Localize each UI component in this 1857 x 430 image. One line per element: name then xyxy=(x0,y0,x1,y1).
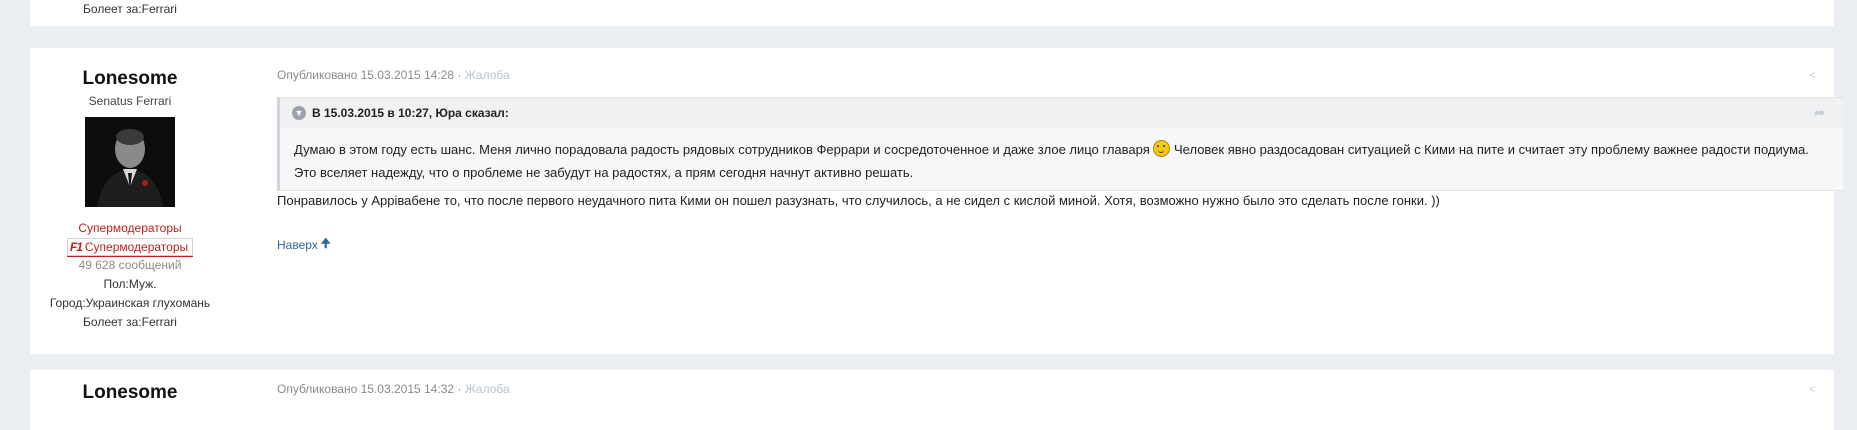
next-share-icon[interactable]: < xyxy=(1809,382,1816,396)
author-gender: Пол:Муж. xyxy=(103,277,157,291)
chevron-down-icon[interactable]: ▼ xyxy=(292,106,306,120)
next-post-meta: Опубликовано 15.03.2015 14:32 · Жалоба xyxy=(277,382,1834,396)
next-post-content: Опубликовано 15.03.2015 14:32 · Жалоба < xyxy=(277,370,1834,396)
post-count: 49 628 сообщений xyxy=(78,258,182,272)
group-name: Супермодераторы xyxy=(78,221,182,235)
previous-post: Болеет за:Ferrari xyxy=(30,0,1834,26)
post-meta: Опубликовано 15.03.2015 14:28 · Жалоба xyxy=(277,68,1834,82)
next-meta-separator: · xyxy=(454,382,465,396)
author-column: Lonesome Senatus Ferrari Супермодераторы… xyxy=(30,48,230,332)
post-content: Опубликовано 15.03.2015 14:28 · Жалоба <… xyxy=(277,48,1843,255)
forum-post: Lonesome Senatus Ferrari Супермодераторы… xyxy=(30,48,1843,354)
back-to-top-label: Наверх xyxy=(277,237,318,252)
previous-author-column: Болеет за:Ferrari xyxy=(30,0,230,19)
next-author-column: Lonesome xyxy=(30,370,230,404)
share-icon[interactable]: < xyxy=(1809,68,1816,82)
smiley-icon xyxy=(1153,140,1171,157)
avatar[interactable] xyxy=(85,117,175,207)
share-arrow-icon[interactable]: ➦ xyxy=(1814,105,1825,121)
group-badge: F1 Супермодераторы xyxy=(66,238,194,256)
author-title: Senatus Ferrari xyxy=(88,94,172,108)
next-post: Lonesome Опубликовано 15.03.2015 14:32 ·… xyxy=(30,370,1834,430)
next-report-link[interactable]: Жалоба xyxy=(465,382,510,396)
meta-separator: · xyxy=(454,68,465,82)
avatar-image xyxy=(85,117,175,207)
previous-fan-of: Болеет за:Ferrari xyxy=(83,2,177,16)
arrow-up-icon: 🠉 xyxy=(320,236,331,250)
back-to-top-link[interactable]: Наверх 🠉 xyxy=(277,234,331,255)
author-name[interactable]: Lonesome xyxy=(30,68,230,90)
f1-logo-icon: F1 xyxy=(69,240,83,254)
quote-block: ▼ В 15.03.2015 в 10:27, Юра сказал: ➦ Ду… xyxy=(277,97,1843,191)
next-post-date[interactable]: Опубликовано 15.03.2015 14:32 xyxy=(277,382,454,396)
report-link[interactable]: Жалоба xyxy=(465,68,510,82)
quote-header: ▼ В 15.03.2015 в 10:27, Юра сказал: ➦ xyxy=(280,98,1843,128)
quote-text-1: Думаю в этом году есть шанс. Меня лично … xyxy=(294,142,1154,157)
quote-body: Думаю в этом году есть шанс. Меня лично … xyxy=(280,128,1843,190)
author-fan-of: Болеет за:Ferrari xyxy=(83,315,177,329)
next-author-name[interactable]: Lonesome xyxy=(30,382,230,404)
group-badge-label: Супермодераторы xyxy=(84,240,189,254)
post-body: Понравилось у Аррівабене то, что после п… xyxy=(277,193,1440,208)
author-city: Город:Украинская глухомань xyxy=(49,296,211,310)
quote-citation[interactable]: В 15.03.2015 в 10:27, Юра сказал: xyxy=(312,106,509,120)
post-date[interactable]: Опубликовано 15.03.2015 14:28 xyxy=(277,68,454,82)
